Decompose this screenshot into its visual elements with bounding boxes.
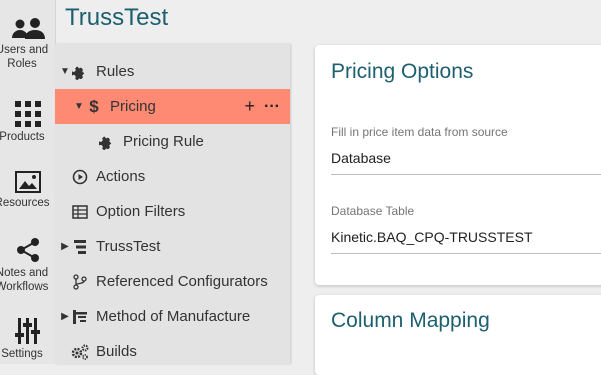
expand-toggle[interactable]: ▼ (60, 66, 70, 77)
tree-item-trusstest[interactable]: ▶ TrussTest (55, 229, 295, 264)
branch-icon (70, 273, 90, 291)
nav-rail: Users and Roles Products Resources Notes… (0, 0, 56, 364)
rail-label: Workflows (0, 281, 49, 293)
expand-toggle[interactable]: ▶ (60, 241, 70, 252)
database-table-label: Database Table (331, 204, 415, 218)
sliders-icon (14, 318, 40, 344)
image-icon (14, 171, 41, 193)
field-underline (331, 253, 601, 254)
card-title: Pricing Options (331, 60, 474, 83)
column-mapping-card: Column Mapping (315, 295, 601, 375)
hierarchy-icon (70, 238, 90, 256)
rail-label: Roles (7, 58, 37, 70)
tree-item-label: Referenced Configurators (96, 273, 268, 290)
tree-item-referenced-configurators[interactable]: Referenced Configurators (55, 264, 305, 299)
rail-label: Products (0, 131, 45, 143)
tree-item-label: Builds (96, 343, 137, 360)
more-icon[interactable]: ··· (264, 98, 280, 116)
tree-item-label: Pricing Rule (123, 133, 204, 150)
tree-item-pricing-rule[interactable]: Pricing Rule (55, 124, 332, 159)
tree-item-actions[interactable]: Actions (55, 159, 305, 194)
rail-label: Settings (1, 348, 43, 360)
tree-item-label: Actions (96, 168, 146, 185)
database-table-field[interactable]: Kinetic.BAQ_CPQ-TRUSSTEST (331, 229, 533, 245)
tree-item-label: Option Filters (96, 203, 186, 220)
expand-toggle[interactable]: ▶ (60, 311, 70, 322)
users-icon (11, 18, 45, 39)
expand-toggle[interactable]: ▼ (74, 101, 84, 112)
field-underline (331, 174, 601, 175)
rail-item-notes-and-workflows[interactable]: Notes and Workflows (0, 237, 55, 294)
fill-source-label: Fill in price item data from source (331, 125, 508, 139)
tree-item-option-filters[interactable]: Option Filters (55, 194, 305, 229)
rail-label: Users and (0, 44, 49, 56)
rail-label: Notes and (0, 267, 49, 279)
tree-item-label: TrussTest (96, 238, 161, 255)
rail-item-settings[interactable]: Settings (0, 318, 55, 361)
tree-item-rules[interactable]: ▼ Rules (55, 54, 295, 89)
puzzle-icon (97, 133, 117, 151)
rail-label: Resources (0, 197, 50, 209)
rail-item-users-and-roles[interactable]: Users and Roles (0, 18, 55, 71)
add-icon[interactable]: + (245, 96, 256, 117)
play-circle-icon (70, 168, 90, 186)
tree-item-label: Rules (96, 63, 135, 80)
mom-icon (70, 308, 90, 326)
share-icon (16, 238, 39, 262)
configurator-tree: ▼ Rules ▼ $ Pricing + ··· Pricing Rule A… (55, 44, 290, 364)
gears-icon (70, 343, 90, 361)
rail-item-products[interactable]: Products (0, 101, 55, 144)
rail-item-resources[interactable]: Resources (0, 171, 55, 210)
tree-item-pricing[interactable]: ▼ $ Pricing + ··· (55, 89, 290, 124)
tree-item-method-of-manufacture[interactable]: ▶ Method of Manufacture (55, 299, 295, 334)
dollar-icon: $ (89, 96, 99, 116)
page-title: TrussTest (65, 4, 169, 31)
fill-source-select[interactable]: Database (331, 150, 391, 166)
puzzle-icon (70, 63, 90, 81)
pricing-options-card: Pricing Options Fill in price item data … (315, 45, 601, 285)
card-title: Column Mapping (331, 309, 490, 332)
grid-icon (14, 101, 41, 127)
tree-item-label: Method of Manufacture (96, 308, 251, 325)
table-icon (70, 203, 90, 221)
tree-item-label: Pricing (110, 98, 156, 115)
